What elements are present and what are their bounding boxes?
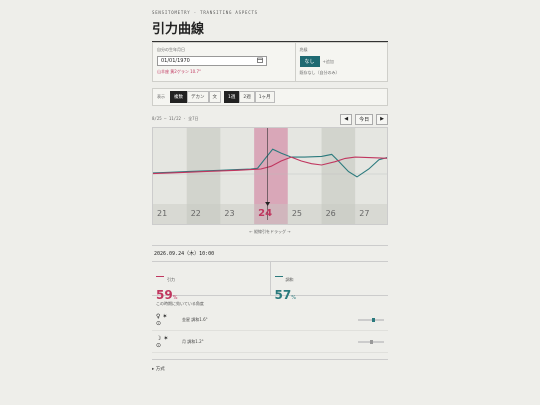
sign-none-button[interactable]: なし [299,56,320,67]
display-option[interactable]: 2週 [239,91,255,103]
calendar-icon[interactable] [257,57,263,65]
display-option[interactable]: 文 [208,91,221,103]
display-options: 表示 複数 デカン文 1週 2週 1ヶ月 [152,88,388,106]
method-toggle[interactable]: ▸ 方式 [152,359,388,372]
next-button[interactable]: ▶ [376,113,388,125]
display-option[interactable]: 複数 [170,91,187,103]
date-nav: 8/25 — 11/22 · 全7日 ◀ 今日 ▶ [152,113,388,125]
harmony-label: 調和 [285,277,294,282]
prev-button[interactable]: ◀ [340,113,353,125]
day-tick-label: 25 [292,209,302,218]
day-tick-label: 24 [258,208,272,219]
pull-label: 引力 [167,277,175,282]
planet-glyph: ☽ [156,334,162,342]
display-option[interactable]: 1ヶ月 [254,91,275,103]
sign-add-link[interactable]: +追加 [323,59,334,65]
display-label: 表示 [157,94,165,99]
day-tick-label: 23 [224,209,234,218]
input-panel: 自分の生年月日 01/01/1970 山羊座 黄2ゲラン 10.7° 兆候 なし… [152,42,388,82]
day-tick-label: 21 [157,209,167,218]
aspect-marker [372,317,376,322]
sign-label: 兆候 [299,47,308,52]
birth-note: 山羊座 黄2ゲラン 10.7° [157,69,201,74]
drag-hint: ← 縦線引をドラッグ → [249,229,291,234]
pull-value-block: 引力 59% [152,262,270,302]
sun-glyph: ⊙ [156,319,162,327]
aspect-row: ♀ ✶ ⊙ 金星 調和1.6° [152,309,388,331]
sun-glyph: ⊙ [156,341,162,349]
aspect-bar [358,317,384,322]
harmony-value-block: 調和 57% [269,262,389,302]
aspect-row: ☽ ✶ ⊙ 月 調和1.2° [152,331,388,353]
aspect-marker [369,339,373,344]
display-option[interactable]: 1週 [224,91,240,103]
birth-section: 自分の生年月日 01/01/1970 山羊座 黄2ゲラン 10.7° [153,43,296,81]
aspect-glyph: ✶ [163,334,169,342]
aspect-glyph: ✶ [162,312,168,320]
sign-section: 兆候 なし +追加 既存なし（自分のみ） [296,43,387,81]
chart-svg: 21 22 23 24 25 26 27 [153,128,387,224]
page-title: 引力曲線 [152,22,205,37]
aspect-name: 金星 調和1.6° [182,316,208,322]
day-tick-label: 22 [191,209,201,218]
birth-date-input[interactable]: 01/01/1970 [157,56,267,66]
gravity-chart[interactable]: 21 22 23 24 25 26 27 [152,127,388,225]
harmony-value: 57% [274,288,296,302]
aspect-bar [358,339,384,344]
harmony-legend-line [274,275,283,278]
day-tick-label: 27 [359,209,369,218]
display-option[interactable]: デカン [187,91,209,103]
sign-note: 既存なし（自分のみ） [299,70,340,75]
today-button[interactable]: 今日 [355,113,374,125]
aspect-glyphs: ☽ ✶ ⊙ [156,335,182,349]
aspect-name: 月 調和1.2° [182,338,204,344]
pull-value: 59% [156,288,178,302]
detail-date: 2026.09.24（木）10:00 [152,246,388,262]
day-tick-label: 26 [326,209,336,218]
date-range: 8/25 — 11/22 · 全7日 [152,116,199,121]
aspect-list: ♀ ✶ ⊙ 金星 調和1.6° ☽ ✶ ⊙ 月 調和1.2° [152,309,388,353]
birth-date-value: 01/01/1970 [161,58,190,64]
planet-glyph: ♀ [156,312,161,320]
pull-legend-line [156,275,164,278]
app-eyebrow: SENSITOMETRY · TRANSITING ASPECTS [152,10,258,15]
aspect-glyphs: ♀ ✶ ⊙ [156,313,182,327]
birth-label: 自分の生年月日 [157,47,185,52]
detail-panel: 2026.09.24（木）10:00 引力 59% 調和 57% この時期に効い… [152,245,388,353]
